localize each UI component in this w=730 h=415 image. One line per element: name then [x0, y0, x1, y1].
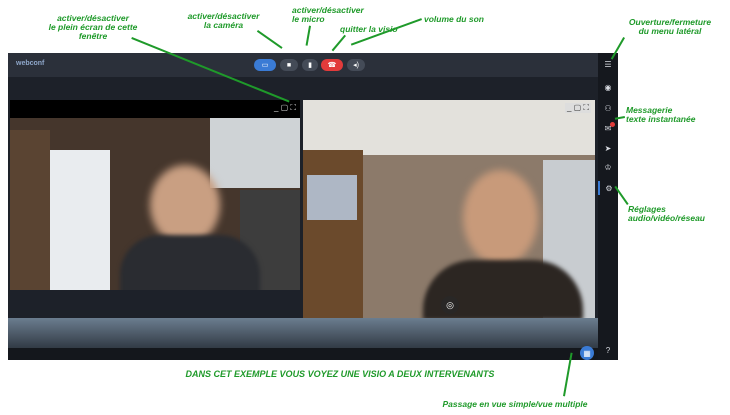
- annotation-micro: activer/désactiver le micro: [292, 5, 364, 24]
- snapshot-icon[interactable]: ◎: [441, 296, 459, 314]
- send-icon[interactable]: ➤: [598, 141, 618, 155]
- top-toolbar: webconf ▭ ■ ▮ ☎ ◂): [8, 53, 618, 77]
- user-icon[interactable]: ◉: [598, 80, 618, 94]
- video-tile-participant-1[interactable]: _ ▢ ⛶: [10, 100, 300, 290]
- pointer-line-micro: [306, 25, 311, 46]
- annotation-camera: activer/désactiver la caméra: [187, 11, 260, 30]
- window-controls-icon[interactable]: _ ▢ ⛶: [564, 103, 591, 113]
- volume-button[interactable]: ◂): [347, 59, 365, 71]
- pointer-line-camera: [257, 30, 283, 49]
- skyline-background: [8, 318, 598, 350]
- annotation-menu: Ouverture/fermeture du menu latéral: [628, 17, 712, 36]
- window-controls-icon[interactable]: _ ▢ ⛶: [274, 103, 296, 113]
- camera-toggle-button[interactable]: ■: [280, 59, 298, 71]
- blurred-face: [150, 165, 220, 245]
- blurred-face: [463, 170, 538, 265]
- app-logo: webconf: [16, 60, 45, 67]
- annotation-settings: Réglages audio/vidéo/réseau: [628, 204, 705, 223]
- pointer-line-menu: [611, 37, 625, 60]
- micro-toggle-button[interactable]: ▮: [302, 59, 318, 71]
- side-menu: ☰ ◉ ⚇ ✉ ➤ ♔ ⚙ ?: [598, 53, 618, 360]
- hangup-button[interactable]: ☎: [321, 59, 343, 71]
- video-tile-participant-2[interactable]: _ ▢ ⛶ ◎: [303, 100, 595, 318]
- help-icon[interactable]: ?: [598, 343, 618, 357]
- pointer-line-quit: [331, 35, 346, 52]
- annotation-example: DANS CET EXEMPLE VOUS VOYEZ UNE VISIO A …: [185, 369, 495, 379]
- menu-icon[interactable]: ☰: [598, 57, 618, 71]
- screen-share-button[interactable]: ▭: [254, 59, 276, 71]
- annotation-chat: Messagerie texte instantanée: [626, 105, 696, 124]
- pointer-line-chat: [614, 116, 625, 120]
- annotation-volume: volume du son: [424, 14, 484, 24]
- participants-icon[interactable]: ⚇: [598, 101, 618, 115]
- bottom-bar: ▦: [8, 346, 598, 360]
- view-mode-toggle-button[interactable]: ▦: [580, 346, 594, 360]
- crown-icon[interactable]: ♔: [598, 160, 618, 174]
- annotation-view: Passage en vue simple/vue multiple: [442, 399, 588, 409]
- chat-icon[interactable]: ✉: [598, 121, 618, 135]
